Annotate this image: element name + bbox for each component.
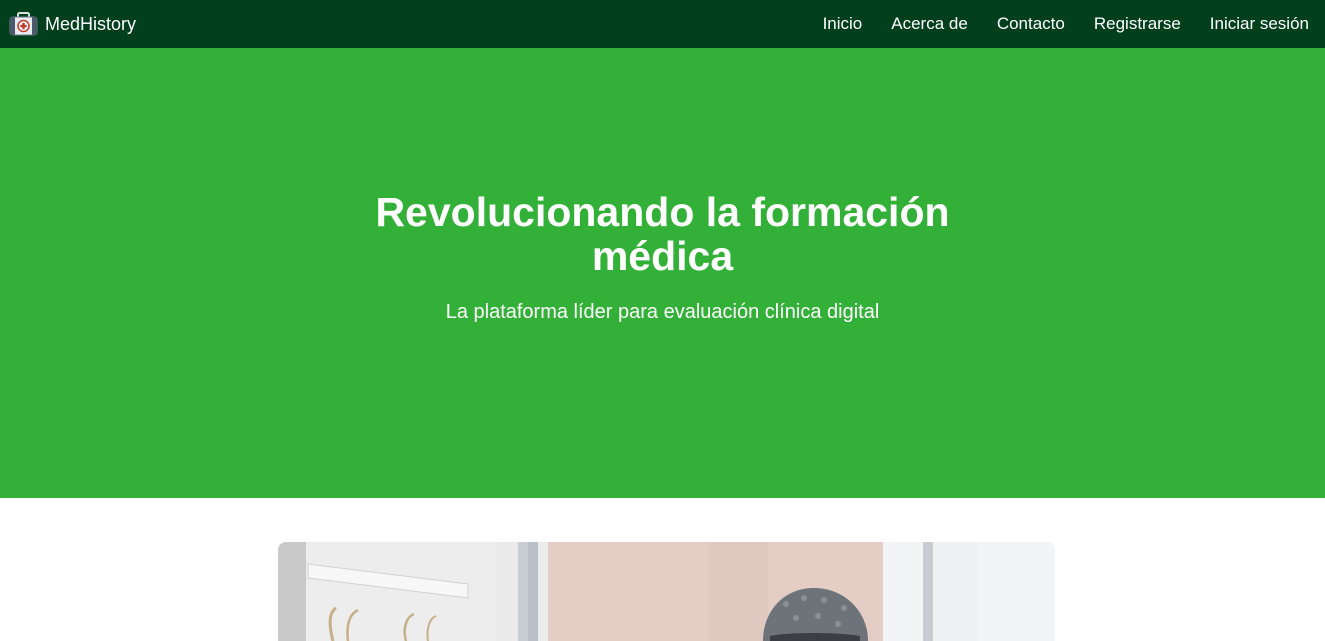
medical-kit-icon <box>9 12 38 36</box>
brand-name: MedHistory <box>45 14 137 34</box>
brand-logo-link[interactable]: MedHistory <box>9 12 136 36</box>
hero-title: Revolucionando la formación médica <box>0 190 1325 278</box>
nav-link-iniciar-sesion[interactable]: Iniciar sesión <box>1210 14 1309 34</box>
hero-subtitle: La plataforma líder para evaluación clín… <box>445 301 880 323</box>
hero-title-text: Revolucionando la formación médica <box>375 189 950 279</box>
hero-section: Revolucionando la formación médica La pl… <box>0 48 1325 498</box>
top-navbar: MedHistory Inicio Acerca de Contacto Reg… <box>0 0 1325 48</box>
nav-link-registrarse[interactable]: Registrarse <box>1094 14 1181 34</box>
nav-links: Inicio Acerca de Contacto Registrarse In… <box>794 14 1309 34</box>
nav-link-acerca-de[interactable]: Acerca de <box>891 14 968 34</box>
nav-link-contacto[interactable]: Contacto <box>997 14 1065 34</box>
nav-link-inicio[interactable]: Inicio <box>823 14 863 34</box>
hero-photo <box>278 542 1055 641</box>
